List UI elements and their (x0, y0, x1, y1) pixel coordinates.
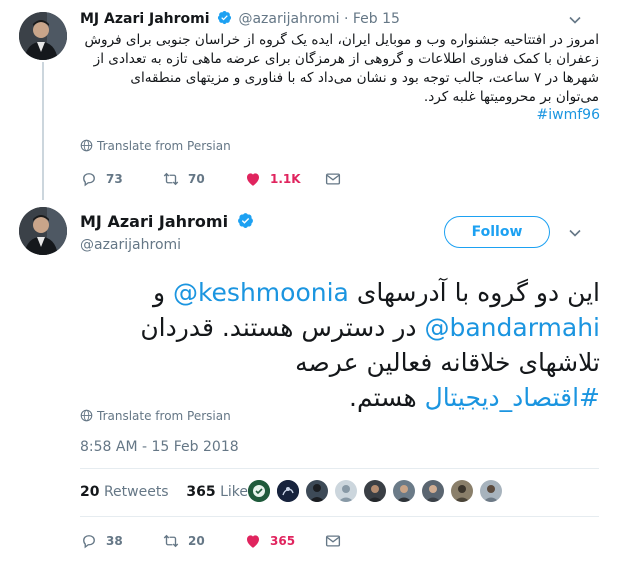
tweet-text-line: شهرها در ۷ ساعت، جالب توجه بود و نشان می… (130, 70, 599, 86)
chevron-down-icon[interactable] (567, 225, 583, 241)
tweet-actions: 73 70 1.1K (80, 170, 380, 190)
verified-badge-icon (237, 213, 253, 228)
globe-icon (80, 409, 93, 422)
translate-label: Translate from Persian (97, 139, 231, 153)
tweet-date[interactable]: Feb 15 (353, 11, 400, 27)
heart-icon (247, 535, 259, 548)
tweet-timestamp[interactable]: 8:58 AM - 15 Feb 2018 (80, 439, 239, 455)
like-count: 1.1K (270, 172, 301, 186)
retweet-button[interactable]: 70 (162, 170, 205, 188)
liker-avatar[interactable] (335, 480, 357, 502)
avatar[interactable] (19, 12, 67, 60)
liker-avatar[interactable] (480, 480, 502, 502)
author-name[interactable]: MJ Azari Jahromi (80, 212, 228, 231)
reply-icon (83, 173, 95, 187)
hashtag-link[interactable]: #اقتصاد_دیجیتال (425, 383, 600, 412)
tweet-text-segment: در دسترس هستند. قدردان (140, 313, 425, 342)
mention-link-keshmoonia[interactable]: @keshmoonia (173, 278, 349, 307)
retweets-stat-label: Retweets (103, 484, 169, 500)
tweet-text-segment: و (152, 278, 173, 307)
message-icon (325, 535, 341, 547)
tweet-actions: 38 20 365 (80, 532, 380, 552)
author-handle[interactable]: @azarijahromi (238, 11, 339, 27)
liker-avatar[interactable] (277, 480, 299, 502)
tweet-text-segment: هستم. (349, 383, 425, 412)
liker-avatar[interactable] (422, 480, 444, 502)
author-handle[interactable]: @azarijahromi (80, 237, 181, 253)
reply-button[interactable]: 73 (80, 170, 123, 188)
tweet-text: امروز در افتتاحیه جشنواره وب و موبایل ای… (80, 31, 599, 107)
globe-icon (80, 139, 93, 152)
tweet-text-line: @bandarmahi در دسترس هستند. قدردان (22, 310, 600, 345)
reply-count: 38 (106, 534, 123, 548)
verified-badge-icon (217, 10, 232, 25)
likes-stat-count: 365 (186, 484, 216, 500)
liker-avatar[interactable] (248, 480, 270, 502)
tweet-text-line: تلاشهای خلاقانه فعالین عرصه (295, 348, 600, 377)
reply-count: 73 (106, 172, 123, 186)
retweet-count: 20 (188, 534, 205, 548)
liker-avatars (248, 480, 509, 502)
author-name-row: MJ Azari Jahromi (80, 212, 256, 231)
tweet-text-line: زعفران با کمک فناوری اطلاعات و گروهی از … (93, 51, 599, 67)
likes-stat[interactable]: 365 Likes (186, 484, 255, 500)
divider (80, 468, 599, 469)
tweet-text-line: این دو گروه با آدرسهای @keshmoonia و (22, 275, 600, 310)
avatar[interactable] (19, 207, 67, 255)
header-separator: · (343, 11, 349, 27)
tweet-stats: 20 Retweets 365 Likes (80, 484, 255, 500)
retweet-button[interactable]: 20 (162, 532, 205, 550)
thread-connector-line (42, 62, 44, 200)
retweet-icon (163, 534, 179, 548)
retweets-stat[interactable]: 20 Retweets (80, 484, 169, 500)
message-icon (325, 173, 341, 185)
heart-icon (247, 173, 259, 186)
translate-label: Translate from Persian (97, 409, 231, 423)
translate-link[interactable]: Translate from Persian (80, 139, 231, 153)
liker-avatar[interactable] (306, 480, 328, 502)
tweet-text-line: امروز در افتتاحیه جشنواره وب و موبایل ای… (84, 32, 599, 48)
follow-button[interactable]: Follow (444, 216, 550, 248)
translate-link[interactable]: Translate from Persian (80, 409, 231, 423)
retweets-stat-count: 20 (80, 484, 100, 500)
liker-avatar[interactable] (364, 480, 386, 502)
tweet-text-line: می‌توان بر محرومیتها غلبه کرد. (423, 89, 599, 105)
reply-icon (83, 535, 95, 549)
like-button[interactable]: 365 (244, 532, 295, 550)
liker-avatar[interactable] (393, 480, 415, 502)
tweet-header: MJ Azari Jahromi @azarijahromi · Feb 15 (80, 10, 400, 27)
author-name[interactable]: MJ Azari Jahromi (80, 11, 210, 27)
direct-message-button[interactable] (324, 532, 350, 550)
reply-button[interactable]: 38 (80, 532, 123, 550)
like-count: 365 (270, 534, 296, 548)
tweet-text-segment: این دو گروه با آدرسهای (348, 278, 600, 307)
chevron-down-icon[interactable] (567, 12, 583, 28)
direct-message-button[interactable] (324, 170, 350, 188)
liker-avatar[interactable] (451, 480, 473, 502)
divider (80, 516, 599, 517)
retweet-count: 70 (188, 172, 205, 186)
like-button[interactable]: 1.1K (244, 170, 301, 188)
tweet-text: این دو گروه با آدرسهای @keshmoonia و @ba… (22, 275, 600, 415)
hashtag-link[interactable]: #iwmf96 (537, 107, 600, 123)
retweet-icon (163, 172, 179, 186)
mention-link-bandarmahi[interactable]: @bandarmahi (424, 313, 600, 342)
